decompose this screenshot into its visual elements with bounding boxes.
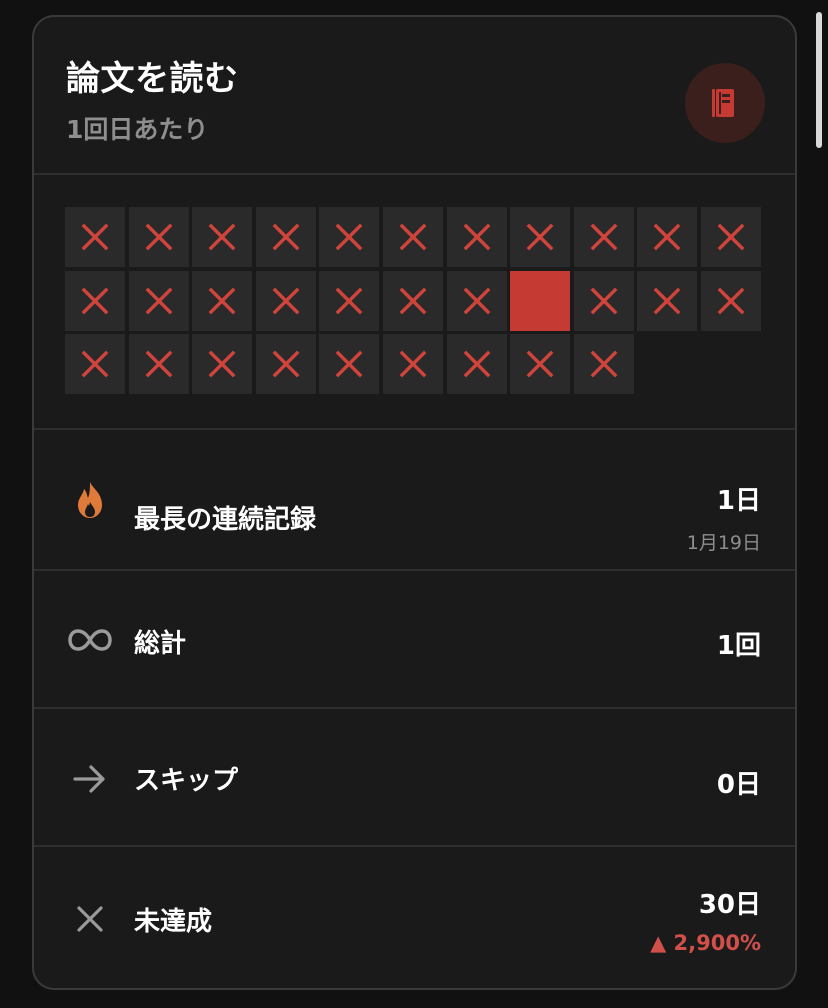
calendar-grid-section [34,175,795,430]
skip-value: 0日 [716,770,761,800]
missed-value: 30日 [698,890,761,920]
x-mark-icon [589,222,619,252]
x-mark-icon [716,286,746,316]
x-mark-icon [207,222,237,252]
calendar-day-missed[interactable] [382,270,443,331]
x-mark-icon [462,222,492,252]
calendar-day-missed[interactable] [446,270,507,331]
calendar-day-missed[interactable] [573,334,634,395]
x-mark-icon [144,349,174,379]
calendar-day-missed[interactable] [255,270,316,331]
calendar-day-missed[interactable] [573,207,634,267]
calendar-day-missed[interactable] [319,334,380,395]
calendar-day-missed[interactable] [128,207,189,267]
missed-label: 未達成 [134,907,213,937]
calendar-day-missed[interactable] [65,270,125,331]
calendar-day-missed[interactable] [382,207,443,267]
x-mark-icon [589,286,619,316]
x-mark-icon [271,286,301,316]
x-mark-icon [589,349,619,379]
x-mark-icon [207,349,237,379]
calendar-day-missed[interactable] [637,207,698,267]
x-mark-icon [207,286,237,316]
missed-change: ▲ 2,900% [650,931,761,955]
habit-frequency: 1回日あたり [66,115,209,144]
calendar-day-missed[interactable] [700,270,761,331]
calendar-day-missed[interactable] [510,207,571,267]
habit-card: 論文を読む 1回日あたり 最長の連続記録 1日 1月19日 総計 1回 スキップ… [32,15,797,990]
card-header: 論文を読む 1回日あたり [34,17,795,175]
calendar-day-missed[interactable] [382,334,443,395]
calendar-grid [65,207,762,395]
x-mark-icon [525,349,555,379]
x-mark-icon [398,349,428,379]
x-mark-icon [334,286,364,316]
calendar-day-missed[interactable] [637,270,698,331]
calendar-day-missed[interactable] [192,334,253,395]
x-icon [68,897,112,941]
x-mark-icon [398,222,428,252]
calendar-day-missed[interactable] [319,207,380,267]
calendar-day-missed[interactable] [65,334,125,395]
calendar-day-missed[interactable] [192,270,253,331]
streak-date: 1月19日 [686,532,761,554]
streak-label: 最長の連続記録 [134,505,317,535]
x-mark-icon [398,286,428,316]
total-label: 総計 [134,629,187,659]
book-icon[interactable] [685,63,765,143]
x-mark-icon [271,222,301,252]
calendar-day-missed[interactable] [65,207,125,267]
skip-row: スキップ 0日 [34,709,795,847]
x-mark-icon [334,349,364,379]
x-mark-icon [80,349,110,379]
x-mark-icon [652,222,682,252]
arrow-right-icon [68,757,112,801]
calendar-day-missed[interactable] [573,270,634,331]
x-mark-icon [525,222,555,252]
streak-row: 最長の連続記録 1日 1月19日 [34,430,795,571]
calendar-day-missed[interactable] [700,207,761,267]
x-mark-icon [144,222,174,252]
calendar-day-missed[interactable] [510,334,571,395]
streak-value: 1日 [716,486,761,516]
calendar-day-missed[interactable] [446,334,507,395]
x-mark-icon [271,349,301,379]
x-mark-icon [80,222,110,252]
missed-change-value: 2,900% [673,931,761,955]
calendar-day-missed[interactable] [255,207,316,267]
skip-label: スキップ [134,766,239,796]
total-value: 1回 [716,631,761,661]
calendar-day-missed[interactable] [446,207,507,267]
x-mark-icon [462,349,492,379]
total-row: 総計 1回 [34,571,795,709]
x-mark-icon [652,286,682,316]
x-mark-icon [462,286,492,316]
scrollbar[interactable] [816,12,822,148]
triangle-up-icon: ▲ [650,931,674,955]
missed-row: 未達成 30日 ▲ 2,900% [34,847,795,988]
x-mark-icon [334,222,364,252]
calendar-day-missed[interactable] [255,334,316,395]
x-mark-icon [144,286,174,316]
flame-icon [68,478,112,522]
calendar-day-missed[interactable] [128,270,189,331]
calendar-day-missed[interactable] [319,270,380,331]
x-mark-icon [716,222,746,252]
calendar-day-missed[interactable] [192,207,253,267]
habit-title: 論文を読む [66,59,239,99]
infinity-icon [68,618,112,662]
calendar-day-completed[interactable] [510,270,571,331]
calendar-day-missed[interactable] [128,334,189,395]
x-mark-icon [80,286,110,316]
